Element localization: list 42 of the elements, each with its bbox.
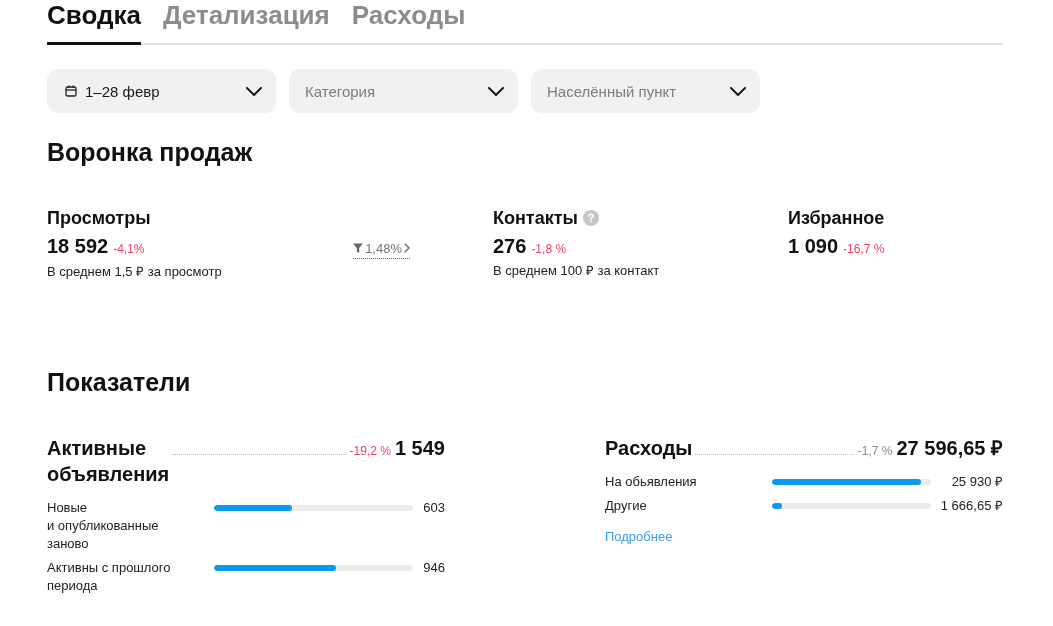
stage-value: 18 592 [47,234,109,258]
select-field[interactable]: Категория [289,69,518,113]
chevron-down-icon [488,86,504,96]
stage-label: Просмотры [47,207,151,229]
metric-title: Активные объявления [47,435,170,487]
chevron-down-icon [246,86,262,96]
stage-label: Избранное [788,207,885,229]
change-percent: -1,8 % [531,242,567,256]
tab[interactable]: Сводка [47,0,141,45]
row-value: 946 [423,558,445,577]
stage-value: 1 090 [788,234,839,258]
stage-value: 276 [493,234,527,258]
select-field[interactable]: Населённый пункт [531,69,760,113]
metric-total: 1 549 [394,435,445,461]
change-percent: -4,1% [113,242,145,256]
metric-title: Расходы [605,435,693,461]
row-label: Новые и опубликованные заново [47,498,160,553]
stage-label: Контакты [493,207,578,229]
change-percent: -1,7 % [857,443,893,458]
stage-note: В среднем 100 ₽ за контакт [493,262,660,280]
chevron-down-icon [730,86,746,96]
help-icon[interactable] [582,210,599,226]
metric-total: 27 596,65 ₽ [896,435,1003,461]
row-label: Активны с прошлого периода [47,558,172,595]
row-label: Другие [605,496,647,515]
stage-note: В среднем 1,5 ₽ за просмотр [47,262,222,281]
row-label: На обьявления [605,472,697,491]
tab[interactable]: Детализация [162,0,330,45]
details-link[interactable]: Подробнее [605,527,673,546]
calendar-icon [65,85,77,97]
row-value: 25 930 ₽ [951,472,1003,491]
change-percent: -16,7 % [843,242,885,256]
date-picker[interactable]: 1–28 февр [47,69,276,113]
tab[interactable]: Расходы [351,0,466,45]
row-value: 1 666,65 ₽ [940,496,1003,515]
funnel-icon [353,243,364,253]
chevron-right-icon [404,243,410,253]
conversion-link[interactable]: 1,48% [353,240,410,259]
row-value: 603 [423,498,445,517]
section-heading: Показатели [47,366,191,397]
change-percent: -19,2 % [349,443,391,458]
section-heading: Воронка продаж [47,137,253,167]
